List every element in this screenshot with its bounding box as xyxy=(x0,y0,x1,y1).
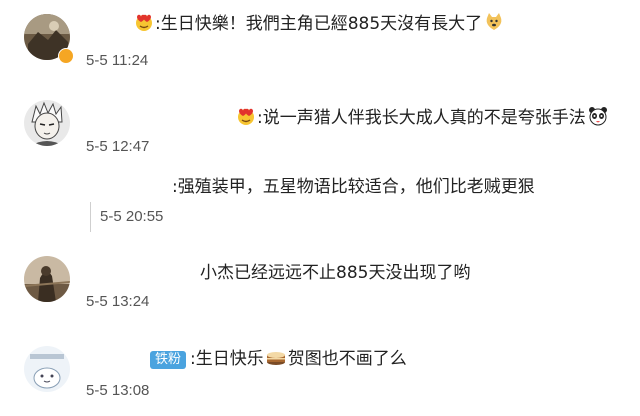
comment-text: :生日快樂！我們主角已經885天沒有長大了 xyxy=(134,12,505,35)
timestamp: 5-5 12:47 xyxy=(86,138,150,155)
timestamp: 5-5 11:24 xyxy=(86,52,149,69)
comment-text: :强殖装甲，五星物语比较适合，他们比老贼更狠 xyxy=(172,177,535,197)
cake-emoji xyxy=(266,352,285,365)
panda-face-emoji xyxy=(588,107,607,126)
comment-text: 小杰已经远远不止885天没出现了哟 xyxy=(200,263,471,283)
reply-divider xyxy=(90,202,91,232)
fan-badge: 铁粉 xyxy=(150,351,187,369)
timestamp: 5-5 20:55 xyxy=(100,208,164,225)
doge-emoji xyxy=(486,13,502,30)
avatar[interactable] xyxy=(24,100,70,146)
comment-text: 铁粉:生日快乐 贺图也不画了么 xyxy=(150,347,407,370)
vip-badge-icon xyxy=(58,48,74,64)
timestamp: 5-5 13:08 xyxy=(86,382,150,399)
comment-text: :说一声猎人伴我长大成人真的不是夸张手法 xyxy=(236,106,609,129)
heart-face-emoji xyxy=(136,14,152,31)
avatar[interactable] xyxy=(24,256,70,302)
heart-face-emoji xyxy=(238,108,254,125)
timestamp: 5-5 13:24 xyxy=(86,293,150,310)
avatar[interactable] xyxy=(24,346,70,392)
